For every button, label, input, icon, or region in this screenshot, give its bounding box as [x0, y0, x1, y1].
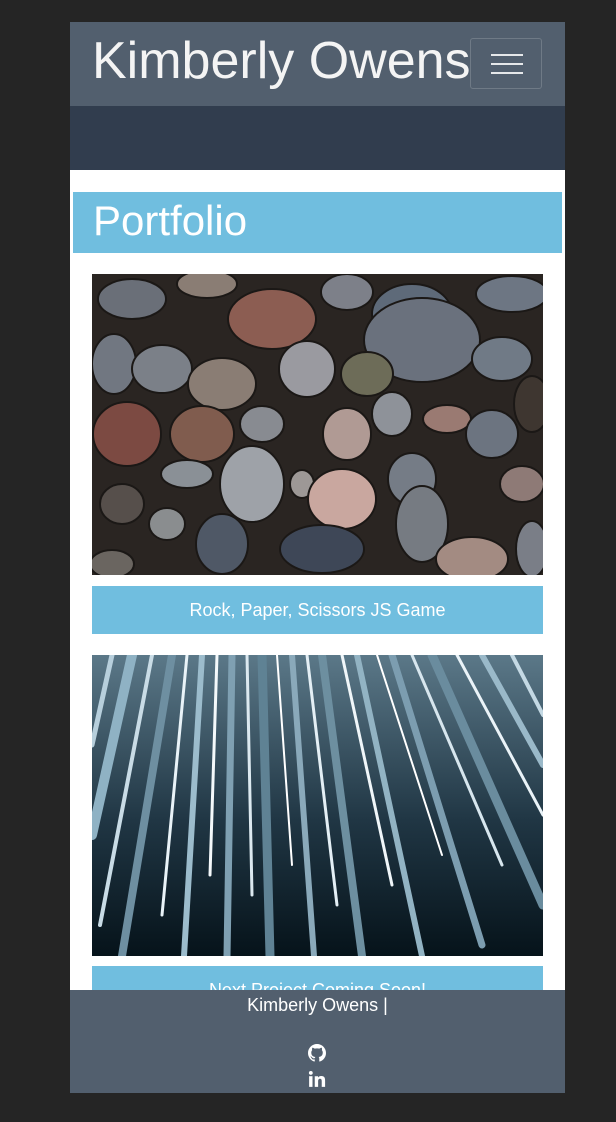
github-icon[interactable] — [308, 1044, 326, 1062]
navbar-toggler-button[interactable] — [470, 38, 542, 89]
navbar: Kimberly Owens — [70, 22, 565, 106]
navbar-brand[interactable]: Kimberly Owens — [92, 29, 471, 93]
secondary-banner — [70, 106, 565, 170]
rocks-photo — [92, 274, 543, 575]
mobile-viewport: Kimberly Owens Portfolio Rock, Paper, Sc… — [70, 22, 565, 1093]
footer-text: Kimberly Owens | — [247, 995, 388, 1015]
linkedin-icon[interactable] — [308, 1070, 326, 1088]
project-image-light-streaks[interactable] — [92, 655, 543, 956]
light-streaks-photo — [92, 655, 543, 956]
project-caption-button[interactable]: Rock, Paper, Scissors JS Game — [92, 586, 543, 634]
portfolio-header: Portfolio — [73, 192, 562, 253]
page-title: Portfolio — [93, 197, 248, 244]
site-footer: Kimberly Owens | — [70, 990, 565, 1093]
project-image-rocks[interactable] — [92, 274, 543, 575]
